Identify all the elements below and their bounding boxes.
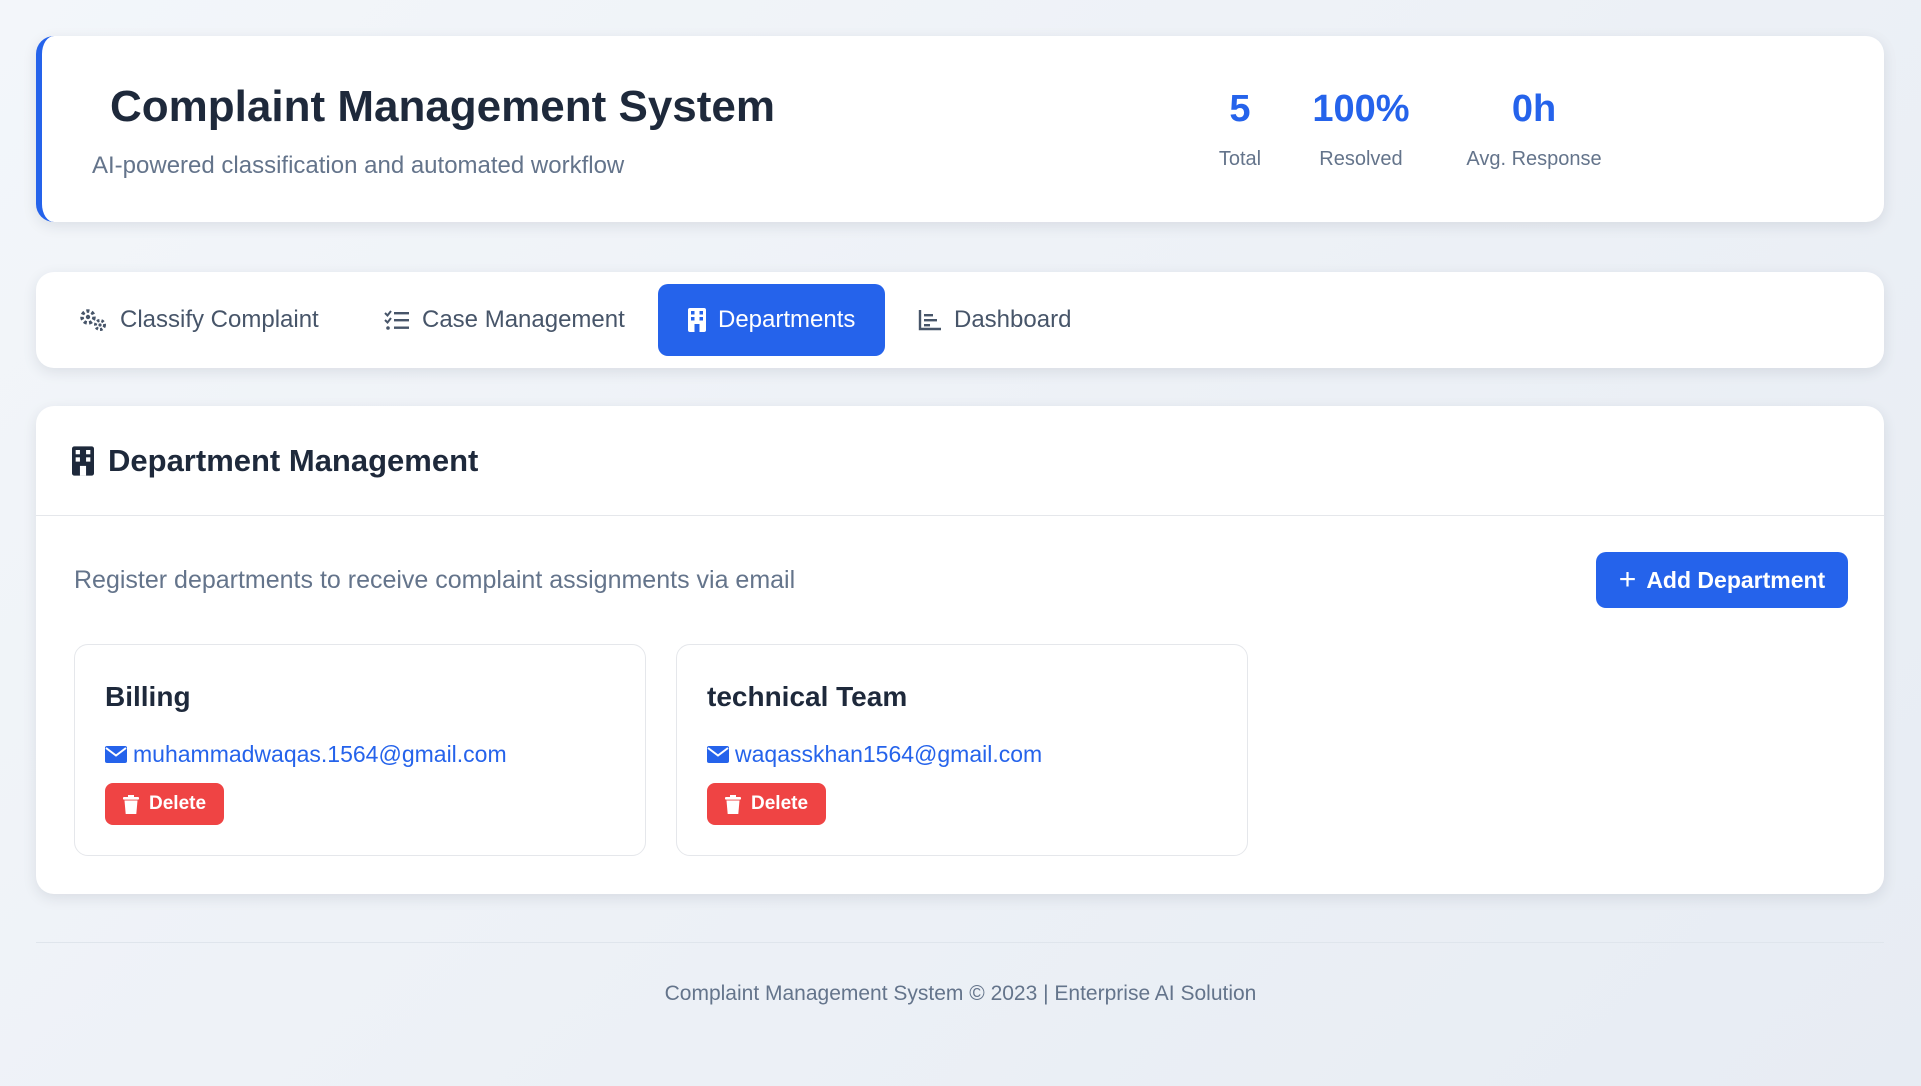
tab-case-management-label: Case Management [422,306,625,333]
tab-classify-complaint-label: Classify Complaint [120,306,319,333]
tab-dashboard[interactable]: Dashboard [918,284,1071,356]
footer-divider [36,942,1884,943]
stat-total-label: Total [1218,147,1262,170]
tab-case-management[interactable]: Case Management [384,284,625,356]
department-card: Billing muhammadwaqas.1564@gmail.com Del… [74,644,646,856]
delete-button[interactable]: Delete [105,783,225,825]
tab-departments-label: Departments [718,306,856,333]
footer-text: Complaint Management System © 2023 | Ent… [664,982,1257,1005]
tab-dashboard-label: Dashboard [954,306,1072,333]
plus-icon: + [1618,563,1637,596]
trash-icon [123,794,139,814]
app-title: Complaint Management System [110,82,776,131]
stat-total-value: 5 [1229,88,1251,130]
department-email-text: muhammadwaqas.1564@gmail.com [133,741,507,767]
delete-label: Delete [751,793,809,814]
stat-avg-response: 0h Avg. Response [1446,88,1622,171]
delete-button[interactable]: Delete [707,783,827,825]
panel-header: Department Management [36,406,1884,516]
trash-icon [725,794,741,814]
gears-icon [80,309,106,331]
stat-resolved-label: Resolved [1319,147,1403,170]
department-panel: Department Management Register departmen… [36,406,1884,894]
app-subtitle: AI-powered classification and automated … [92,152,625,179]
stat-avg-response-label: Avg. Response [1466,147,1602,170]
panel-title: Department Management [108,442,479,478]
building-icon [688,308,706,332]
department-card: technical Team waqasskhan1564@gmail.com … [676,644,1248,856]
stat-total: 5 Total [1200,88,1280,171]
panel-description: Register departments to receive complain… [74,566,796,594]
building-icon [72,445,94,476]
tab-departments[interactable]: Departments [658,284,886,356]
stat-resolved: 100% Resolved [1296,88,1426,171]
stat-resolved-value: 100% [1312,88,1410,130]
envelope-icon [105,746,127,763]
department-email[interactable]: waqasskhan1564@gmail.com [707,741,1042,768]
envelope-icon [707,746,729,763]
tab-classify-complaint[interactable]: Classify Complaint [78,284,319,356]
tab-bar: Classify Complaint Case Management Depar… [36,272,1884,368]
department-name: Billing [105,681,191,712]
add-department-label: Add Department [1646,566,1826,593]
chart-icon [918,310,941,331]
delete-label: Delete [149,793,207,814]
header-card: Complaint Management System AI-powered c… [36,36,1884,222]
department-email[interactable]: muhammadwaqas.1564@gmail.com [105,741,507,768]
add-department-button[interactable]: + Add Department [1596,552,1848,608]
department-name: technical Team [707,681,908,712]
department-email-text: waqasskhan1564@gmail.com [735,741,1043,767]
list-check-icon [384,310,409,330]
stat-avg-response-value: 0h [1511,88,1557,130]
